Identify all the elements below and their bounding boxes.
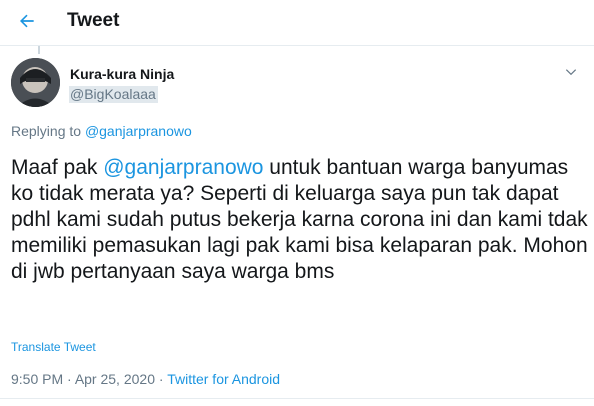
translate-tweet-link[interactable]: Translate Tweet bbox=[11, 340, 96, 354]
thread-connector-line bbox=[38, 46, 40, 54]
tweet-meta: 9:50 PM · Apr 25, 2020 · Twitter for And… bbox=[11, 371, 280, 387]
tweet-date[interactable]: Apr 25, 2020 bbox=[75, 371, 155, 387]
tweet-mention-link[interactable]: @ganjarpranowo bbox=[103, 156, 263, 179]
page-title: Tweet bbox=[67, 10, 120, 31]
author-handle[interactable]: @BigKoalaaa bbox=[69, 86, 158, 103]
meta-separator: · bbox=[63, 371, 75, 387]
avatar[interactable] bbox=[11, 58, 60, 107]
replying-label: Replying to bbox=[11, 123, 82, 139]
top-bar: Tweet bbox=[0, 0, 594, 46]
divider bbox=[0, 398, 594, 399]
replying-to: Replying to @ganjarpranowo bbox=[11, 123, 192, 139]
avatar-image bbox=[11, 58, 60, 107]
chevron-down-icon bbox=[565, 69, 577, 76]
tweet-text: Maaf pak @ganjarpranowo untuk bantuan wa… bbox=[11, 155, 589, 285]
meta-separator: · bbox=[154, 371, 168, 387]
tweet-time[interactable]: 9:50 PM bbox=[11, 371, 63, 387]
tweet-source-link[interactable]: Twitter for Android bbox=[167, 371, 280, 387]
more-options-button[interactable] bbox=[562, 63, 580, 81]
arrow-left-icon bbox=[20, 14, 34, 28]
replying-mention-link[interactable]: @ganjarpranowo bbox=[85, 123, 192, 139]
back-button[interactable] bbox=[13, 7, 41, 35]
tweet-text-prefix: Maaf pak bbox=[11, 156, 104, 179]
author-name[interactable]: Kura-kura Ninja bbox=[70, 66, 174, 82]
